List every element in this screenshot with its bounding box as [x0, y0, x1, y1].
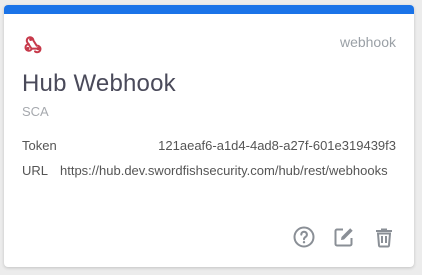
card-title: Hub Webhook — [22, 70, 176, 97]
url-value: https://hub.dev.swordfishsecurity.com/hu… — [60, 162, 388, 178]
card-type-label: webhook — [339, 34, 396, 50]
delete-button[interactable] — [372, 225, 396, 249]
url-row: URL https://hub.dev.swordfishsecurity.co… — [22, 161, 396, 179]
url-label: URL — [22, 162, 49, 178]
trash-icon — [376, 228, 392, 248]
webhook-icon — [22, 33, 44, 55]
card-accent-bar — [4, 5, 414, 14]
webhook-card: webhook Hub Webhook SCA Token 121aeaf6-a… — [4, 5, 414, 267]
card-actions — [292, 225, 396, 249]
token-value: 121aeaf6-a1d4-4ad8-a27f-601e319439f3 — [158, 137, 396, 153]
card-subtitle: SCA — [22, 104, 49, 119]
token-label: Token — [22, 137, 57, 153]
edit-button[interactable] — [332, 225, 356, 249]
help-circle-icon — [293, 226, 315, 248]
help-button[interactable] — [292, 225, 316, 249]
token-row: Token 121aeaf6-a1d4-4ad8-a27f-601e319439… — [22, 136, 396, 154]
edit-icon — [334, 228, 353, 247]
